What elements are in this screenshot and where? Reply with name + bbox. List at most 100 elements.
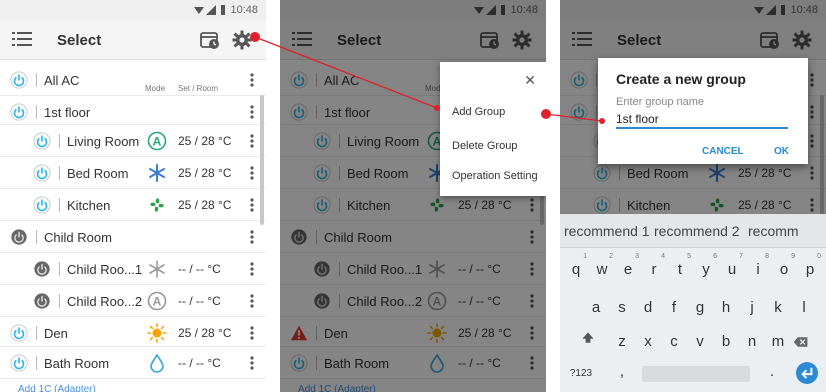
- key-z[interactable]: z: [610, 328, 634, 356]
- more-options-icon[interactable]: [250, 197, 254, 213]
- key-g[interactable]: g: [688, 294, 712, 322]
- shift-icon[interactable]: [580, 330, 596, 346]
- menu-item-operation-setting[interactable]: Operation Setting: [452, 170, 538, 182]
- power-icon[interactable]: [33, 260, 51, 278]
- signal-icon: [206, 5, 216, 15]
- ac-row[interactable]: Child Roo...1 -- / -- °C: [0, 253, 266, 285]
- ac-row[interactable]: Kitchen 25 / 28 °C: [0, 189, 266, 221]
- key-b[interactable]: b: [714, 328, 738, 356]
- row-name: Den: [44, 326, 68, 341]
- power-icon[interactable]: [10, 71, 28, 89]
- ac-row[interactable]: Child Room: [0, 221, 266, 253]
- key-label: p: [805, 261, 815, 278]
- wifi-icon: [194, 7, 204, 14]
- fan-mode-icon: [150, 198, 164, 212]
- key-m[interactable]: m: [766, 328, 790, 356]
- menu-list-icon[interactable]: [12, 31, 32, 47]
- key-v[interactable]: v: [688, 328, 712, 356]
- key-hint: 0: [817, 253, 821, 260]
- key-a[interactable]: a: [584, 294, 608, 322]
- group-name-input[interactable]: [616, 111, 788, 129]
- add-adapter-link[interactable]: Add 1C (Adapter): [18, 384, 96, 392]
- more-options-icon[interactable]: [250, 261, 254, 277]
- status-bar: 10:48: [0, 0, 266, 20]
- ac-row[interactable]: Bed Room 25 / 28 °C: [0, 157, 266, 189]
- key-x[interactable]: x: [636, 328, 660, 356]
- power-icon[interactable]: [33, 292, 51, 310]
- key-u[interactable]: u7: [720, 253, 744, 284]
- close-icon[interactable]: ✕: [524, 72, 536, 89]
- more-options-icon[interactable]: [250, 104, 254, 120]
- row-separator: [59, 294, 60, 308]
- spacebar[interactable]: [642, 366, 750, 382]
- ac-row[interactable]: 1st floor: [0, 96, 266, 125]
- more-options-icon[interactable]: [250, 165, 254, 181]
- more-options-icon[interactable]: [250, 72, 254, 88]
- more-options-icon[interactable]: [250, 355, 254, 371]
- backspace-icon[interactable]: [792, 334, 810, 350]
- power-icon[interactable]: [33, 132, 51, 150]
- app-bar: Select: [0, 20, 266, 60]
- key-i[interactable]: i8: [746, 253, 770, 284]
- auto-mode-icon: A: [147, 131, 167, 151]
- menu-item-add-group[interactable]: Add Group: [452, 106, 505, 118]
- key-k[interactable]: k: [766, 294, 790, 322]
- more-options-icon[interactable]: [250, 229, 254, 245]
- key-h[interactable]: h: [714, 294, 738, 322]
- key-hint: 6: [713, 253, 717, 260]
- scrollbar[interactable]: [260, 95, 264, 225]
- dialog-field-label: Enter group name: [616, 96, 705, 108]
- key-f[interactable]: f: [662, 294, 686, 322]
- key-e[interactable]: e3: [616, 253, 640, 284]
- enter-icon[interactable]: [796, 362, 818, 384]
- suggestion-3[interactable]: recomm: [748, 223, 799, 239]
- power-icon[interactable]: [10, 228, 28, 246]
- timer-schedule-icon[interactable]: [200, 30, 220, 50]
- key-y[interactable]: y6: [694, 253, 718, 284]
- key-q[interactable]: q1: [564, 253, 588, 284]
- key-j[interactable]: j: [740, 294, 764, 322]
- ac-row[interactable]: Living Room A 25 / 28 °C: [0, 125, 266, 157]
- key-n[interactable]: n: [740, 328, 764, 356]
- row-temperature: -- / -- °C: [178, 262, 221, 276]
- period-key[interactable]: .: [760, 358, 784, 386]
- key-d[interactable]: d: [636, 294, 660, 322]
- ok-button[interactable]: OK: [774, 146, 789, 157]
- ac-row[interactable]: Bath Room -- / -- °C: [0, 347, 266, 379]
- key-w[interactable]: w2: [590, 253, 614, 284]
- more-options-icon[interactable]: [250, 293, 254, 309]
- key-p[interactable]: p0: [798, 253, 822, 284]
- power-icon[interactable]: [10, 324, 28, 342]
- symbols-key[interactable]: ?123: [566, 360, 596, 388]
- ac-row[interactable]: Den 25 / 28 °C: [0, 317, 266, 347]
- key-l[interactable]: l: [792, 294, 816, 322]
- power-icon[interactable]: [10, 354, 28, 372]
- key-hint: 8: [765, 253, 769, 260]
- power-icon[interactable]: [33, 196, 51, 214]
- suggestion-bar: recommend 1 recommend 2 recomm: [560, 214, 826, 248]
- cancel-button[interactable]: CANCEL: [702, 146, 744, 157]
- more-options-icon[interactable]: [250, 325, 254, 341]
- power-icon[interactable]: [33, 164, 51, 182]
- menu-item-delete-group[interactable]: Delete Group: [452, 140, 517, 152]
- suggestion-1[interactable]: recommend 1: [564, 223, 650, 239]
- power-icon[interactable]: [10, 103, 28, 121]
- settings-gear-icon[interactable]: [232, 30, 252, 50]
- row-name: 1st floor: [44, 105, 91, 120]
- row-name: Bed Room: [67, 166, 129, 181]
- key-label: e: [623, 261, 633, 278]
- key-hint: 5: [687, 253, 691, 260]
- key-s[interactable]: s: [610, 294, 634, 322]
- more-options-icon[interactable]: [250, 133, 254, 149]
- suggestion-2[interactable]: recommend 2: [654, 223, 740, 239]
- svg-text:A: A: [153, 295, 162, 309]
- ac-row[interactable]: Child Roo...2 A -- / -- °C: [0, 285, 266, 317]
- ac-row[interactable]: All AC: [0, 64, 266, 96]
- key-t[interactable]: t5: [668, 253, 692, 284]
- key-label: q: [571, 261, 581, 278]
- key-c[interactable]: c: [662, 328, 686, 356]
- screen-create-group: 10:48SelectModeSet / RoomAll AC1st floor…: [560, 0, 826, 392]
- key-r[interactable]: r4: [642, 253, 666, 284]
- comma-key[interactable]: ,: [610, 358, 634, 386]
- key-o[interactable]: o9: [772, 253, 796, 284]
